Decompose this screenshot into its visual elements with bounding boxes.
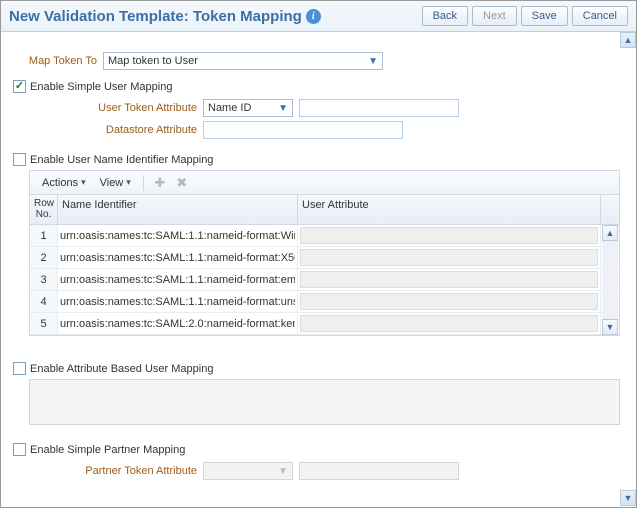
enable-simple-partner-label: Enable Simple Partner Mapping (30, 444, 185, 456)
nameid-input[interactable] (58, 315, 297, 333)
cell-rowno: 2 (30, 247, 58, 268)
enable-nameid-checkbox[interactable] (13, 153, 26, 166)
col-scroll (601, 195, 619, 224)
header-buttons: Back Next Save Cancel (422, 6, 628, 26)
table-header: Row No. Name Identifier User Attribute (30, 195, 619, 225)
back-button[interactable]: Back (422, 6, 468, 26)
chevron-down-icon: ▾ (126, 177, 131, 188)
cell-nameid[interactable] (58, 247, 298, 268)
cell-nameid[interactable] (58, 313, 298, 334)
chevron-down-icon: ▼ (368, 56, 378, 67)
col-rowno[interactable]: Row No. (30, 195, 58, 224)
partner-token-attr-label: Partner Token Attribute (13, 465, 203, 477)
cell-rowno: 3 (30, 269, 58, 290)
separator (143, 175, 144, 191)
table-row[interactable]: 3 (30, 269, 619, 291)
enable-attr-based-row: Enable Attribute Based User Mapping (13, 362, 624, 375)
nameid-table: Row No. Name Identifier User Attribute 1… (29, 194, 620, 336)
cell-userattr[interactable] (298, 313, 601, 334)
table-scrollbar[interactable]: ▲ ▼ (602, 225, 618, 335)
enable-simple-user-label: Enable Simple User Mapping (30, 81, 172, 93)
view-menu[interactable]: View▾ (94, 175, 137, 191)
table-row[interactable]: 4 (30, 291, 619, 313)
datastore-attr-input[interactable] (203, 121, 403, 139)
nameid-input[interactable] (58, 271, 297, 289)
col-userattr[interactable]: User Attribute (298, 195, 601, 224)
enable-attr-based-label: Enable Attribute Based User Mapping (30, 363, 213, 375)
enable-simple-partner-row: Enable Simple Partner Mapping (13, 443, 624, 456)
map-token-select[interactable]: Map token to User ▼ (103, 52, 383, 70)
userattr-input[interactable] (300, 271, 598, 288)
enable-simple-user-checkbox[interactable] (13, 80, 26, 93)
userattr-input[interactable] (300, 293, 598, 310)
table-toolbar: Actions▾ View▾ ✚ ✖ (29, 170, 620, 194)
cell-rowno: 4 (30, 291, 58, 312)
cell-userattr[interactable] (298, 225, 601, 246)
cell-nameid[interactable] (58, 225, 298, 246)
content-area: Map Token To Map token to User ▼ Enable … (1, 32, 636, 506)
enable-simple-partner-checkbox[interactable] (13, 443, 26, 456)
table-row[interactable]: 5 (30, 313, 619, 335)
chevron-down-icon: ▼ (278, 466, 288, 477)
table-row[interactable]: 1 (30, 225, 619, 247)
next-button: Next (472, 6, 517, 26)
cell-nameid[interactable] (58, 291, 298, 312)
nameid-input[interactable] (58, 227, 297, 245)
save-button[interactable]: Save (521, 6, 568, 26)
cell-userattr[interactable] (298, 247, 601, 268)
nameid-input[interactable] (58, 293, 297, 311)
scroll-down-icon[interactable]: ▼ (620, 490, 636, 506)
cell-userattr[interactable] (298, 269, 601, 290)
title-text: New Validation Template: Token Mapping (9, 8, 302, 25)
partner-token-attr-input (299, 462, 459, 480)
userattr-input[interactable] (300, 227, 598, 244)
simple-user-subform: User Token Attribute Name ID ▼ Datastore… (53, 99, 624, 139)
delete-icon: ✖ (172, 174, 192, 192)
enable-nameid-row: Enable User Name Identifier Mapping (13, 153, 624, 166)
user-token-attr-label: User Token Attribute (53, 102, 203, 114)
info-icon[interactable]: i (306, 9, 321, 24)
user-token-attr-input[interactable] (299, 99, 459, 117)
page-scrollbar[interactable]: ▲ ▼ (620, 32, 636, 506)
map-token-label: Map Token To (13, 55, 103, 67)
map-token-value: Map token to User (108, 55, 198, 67)
userattr-input[interactable] (300, 315, 598, 332)
chevron-down-icon: ▼ (278, 103, 288, 114)
userattr-input[interactable] (300, 249, 598, 266)
scroll-up-icon[interactable]: ▲ (602, 225, 618, 241)
nameid-input[interactable] (58, 249, 297, 267)
enable-attr-based-checkbox[interactable] (13, 362, 26, 375)
cancel-button[interactable]: Cancel (572, 6, 628, 26)
page-title: New Validation Template: Token Mapping i (9, 8, 321, 25)
col-nameid[interactable]: Name Identifier (58, 195, 298, 224)
cell-rowno: 5 (30, 313, 58, 334)
partner-token-row: Partner Token Attribute ▼ (13, 462, 624, 480)
table-body: 12345 ▲ ▼ (30, 225, 619, 335)
actions-menu[interactable]: Actions▾ (36, 175, 92, 191)
scroll-up-icon[interactable]: ▲ (620, 32, 636, 48)
chevron-down-icon: ▾ (81, 177, 86, 188)
map-token-row: Map Token To Map token to User ▼ (13, 52, 624, 70)
enable-nameid-label: Enable User Name Identifier Mapping (30, 154, 213, 166)
scroll-down-icon[interactable]: ▼ (602, 319, 618, 335)
cell-rowno: 1 (30, 225, 58, 246)
header: New Validation Template: Token Mapping i… (1, 1, 636, 32)
cell-userattr[interactable] (298, 291, 601, 312)
partner-token-attr-select: ▼ (203, 462, 293, 480)
attr-based-placeholder (29, 379, 620, 425)
add-icon: ✚ (150, 174, 170, 192)
enable-simple-user-row: Enable Simple User Mapping (13, 80, 624, 93)
table-row[interactable]: 2 (30, 247, 619, 269)
cell-nameid[interactable] (58, 269, 298, 290)
datastore-attr-label: Datastore Attribute (53, 124, 203, 136)
user-token-attr-value: Name ID (208, 102, 251, 114)
user-token-attr-select[interactable]: Name ID ▼ (203, 99, 293, 117)
